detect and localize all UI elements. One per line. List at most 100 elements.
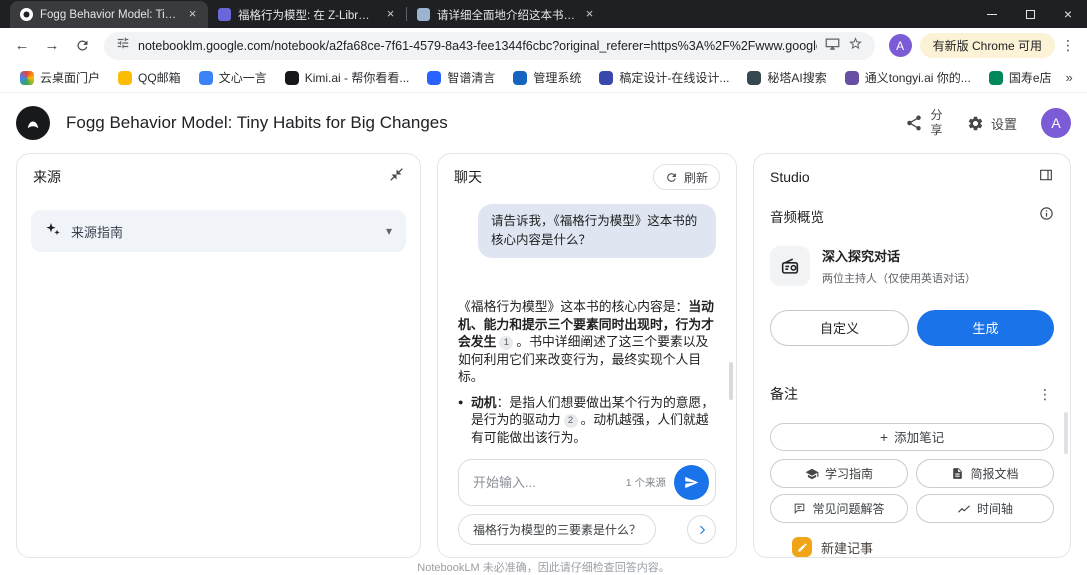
bookmark-favicon xyxy=(20,71,34,85)
studio-title: Studio xyxy=(770,169,810,185)
chrome-update-button[interactable]: 有新版 Chrome 可用 xyxy=(920,33,1055,58)
back-button[interactable]: ← xyxy=(8,32,36,60)
bookmark-label: 通义tongyi.ai 你的... xyxy=(865,69,971,86)
add-note-button[interactable]: + 添加笔记 xyxy=(770,423,1054,451)
bookmark-item[interactable]: 智谱清言 xyxy=(419,66,503,90)
chat-input-box[interactable]: 1 个来源 xyxy=(458,459,716,506)
user-message: 请告诉我，《福格行为模型》这本书的核心内容是什么？ xyxy=(478,204,716,258)
note-type-chips: 学习指南 简报文档 常见问题解答 时间轴 xyxy=(770,459,1054,523)
bookmark-label: 稿定设计-在线设计... xyxy=(619,69,729,86)
send-button[interactable] xyxy=(674,465,709,500)
bookmarks-bar: 云桌面门户 QQ邮箱 文心一言 Kimi.ai - 帮你看看... 智谱清言 管… xyxy=(0,63,1087,93)
next-suggestion-button[interactable] xyxy=(687,515,716,544)
assistant-bullet: 动机：是指人们想要做出某个行为的意愿，是行为的驱动力2。动机越强，人们就越有可能… xyxy=(458,394,716,447)
bookmark-label: 秘塔AI搜索 xyxy=(767,69,826,86)
bookmark-label: Kimi.ai - 帮你看看... xyxy=(305,69,410,86)
assistant-message: 《福格行为模型》这本书的核心内容是：当动机、能力和提示三个要素同时出现时，行为才… xyxy=(458,298,716,386)
bookmark-item[interactable]: QQ邮箱 xyxy=(110,66,189,90)
tab-book-intro[interactable]: 请详细全面地介绍这本书《福 × xyxy=(407,1,605,28)
chat-panel: 聊天 刷新 请告诉我，《福格行为模型》这本书的核心内容是什么？ 《福格行为模型》… xyxy=(437,153,737,558)
browser-menu-icon[interactable]: ⋮ xyxy=(1057,37,1079,54)
browser-toolbar: ← → notebooklm.google.com/notebook/a2fa6… xyxy=(0,28,1087,63)
address-bar[interactable]: notebooklm.google.com/notebook/a2fa68ce-… xyxy=(104,32,875,60)
bookmark-label: 智谱清言 xyxy=(447,69,495,86)
chat-title: 聊天 xyxy=(454,167,482,187)
chat-scrollbar[interactable] xyxy=(729,362,733,400)
profile-avatar[interactable]: A xyxy=(889,34,912,57)
tab-title: 请详细全面地介绍这本书《福 xyxy=(437,7,575,23)
refresh-label: 刷新 xyxy=(684,169,708,186)
source-guide-button[interactable]: 来源指南 ▾ xyxy=(31,210,406,252)
bookmark-item[interactable]: 文心一言 xyxy=(191,66,275,90)
panel-layout-icon[interactable] xyxy=(1038,167,1054,188)
reload-icon xyxy=(75,38,90,53)
bookmark-item[interactable]: 云桌面门户 xyxy=(12,66,108,90)
notebook-title[interactable]: Fogg Behavior Model: Tiny Habits for Big… xyxy=(66,113,889,133)
tune-icon[interactable] xyxy=(116,36,130,55)
close-button[interactable]: × xyxy=(1049,0,1087,28)
share-button[interactable]: 分享 xyxy=(905,108,943,138)
bookmark-item[interactable]: Kimi.ai - 帮你看看... xyxy=(277,66,418,90)
settings-button[interactable]: 设置 xyxy=(967,114,1017,133)
generate-button[interactable]: 生成 xyxy=(917,310,1054,346)
faq-chip[interactable]: 常见问题解答 xyxy=(770,494,908,523)
studio-panel: Studio 音频概览 深入探究对话 xyxy=(753,153,1071,558)
chat-messages: 请告诉我，《福格行为模型》这本书的核心内容是什么？ 《福格行为模型》这本书的核心… xyxy=(438,200,736,557)
chevron-right-icon xyxy=(695,523,709,537)
chevron-down-icon[interactable]: ▾ xyxy=(386,224,392,238)
doc-favicon xyxy=(417,8,430,21)
refresh-chat-button[interactable]: 刷新 xyxy=(653,164,720,190)
tab-close-icon[interactable]: × xyxy=(185,7,200,22)
notebooklm-favicon xyxy=(20,8,33,21)
note-list-item[interactable]: 新建记事 xyxy=(770,537,1054,557)
citation-badge[interactable]: 2 xyxy=(564,414,578,428)
briefing-doc-chip[interactable]: 简报文档 xyxy=(916,459,1054,488)
chip-label: 时间轴 xyxy=(977,500,1013,517)
chat-input[interactable] xyxy=(473,475,618,490)
chip-label: 常见问题解答 xyxy=(812,500,884,517)
answer-intro: 《福格行为模型》这本书的核心内容是： xyxy=(458,299,688,314)
tab-zlibrary[interactable]: 福格行为模型: 在 Z-Library 上 × xyxy=(208,1,406,28)
plus-icon: + xyxy=(880,429,888,445)
collapse-panel-icon[interactable] xyxy=(389,167,404,187)
notebooklm-logo[interactable] xyxy=(16,106,50,140)
studio-content: 音频概览 深入探究对话 两位主持人（仅使用英语对话） 自定义 xyxy=(754,200,1070,557)
suggested-question[interactable]: 福格行为模型的三要素是什么？ xyxy=(458,514,656,545)
reload-button[interactable] xyxy=(68,32,96,60)
bookmark-item[interactable]: 国寿e店 xyxy=(981,66,1060,90)
workspace: 来源 来源指南 ▾ 聊天 刷新 xyxy=(0,153,1087,558)
tab-close-icon[interactable]: × xyxy=(582,7,597,22)
bookmark-item[interactable]: 通义tongyi.ai 你的... xyxy=(837,66,979,90)
bookmark-star-icon[interactable] xyxy=(848,36,863,56)
account-avatar[interactable]: A xyxy=(1041,108,1071,138)
send-to-devices-icon[interactable] xyxy=(825,36,840,56)
sources-title: 来源 xyxy=(33,167,61,187)
notes-menu-icon[interactable]: ⋮ xyxy=(1036,386,1054,403)
study-guide-chip[interactable]: 学习指南 xyxy=(770,459,908,488)
deep-dive-title: 深入探究对话 xyxy=(822,246,976,265)
bookmark-favicon xyxy=(427,71,441,85)
audio-deep-dive-icon xyxy=(770,246,810,286)
maximize-button[interactable] xyxy=(1011,0,1049,28)
more-bookmarks-icon[interactable]: » xyxy=(1062,70,1077,85)
bookmark-item[interactable]: 稿定设计-在线设计... xyxy=(591,66,737,90)
forward-button[interactable]: → xyxy=(38,32,66,60)
tab-notebooklm[interactable]: Fogg Behavior Model: Tiny H × xyxy=(10,1,208,28)
tab-strip: Fogg Behavior Model: Tiny H × 福格行为模型: 在 … xyxy=(0,0,1087,28)
citation-badge[interactable]: 1 xyxy=(499,336,513,350)
bookmark-item[interactable]: 管理系统 xyxy=(505,66,589,90)
tab-close-icon[interactable]: × xyxy=(383,7,398,22)
header-actions: 分享 设置 A xyxy=(905,108,1071,138)
minimize-button[interactable] xyxy=(973,0,1011,28)
bookmark-item[interactable]: 秘塔AI搜索 xyxy=(739,66,834,90)
info-icon[interactable] xyxy=(1039,206,1054,226)
studio-scrollbar[interactable] xyxy=(1064,412,1068,454)
timeline-chip[interactable]: 时间轴 xyxy=(916,494,1054,523)
customize-button[interactable]: 自定义 xyxy=(770,310,909,346)
url-text[interactable]: notebooklm.google.com/notebook/a2fa68ce-… xyxy=(138,39,817,53)
document-icon xyxy=(951,467,964,480)
audio-overview-label: 音频概览 xyxy=(770,206,824,226)
timeline-icon xyxy=(957,502,971,516)
browser-window: Fogg Behavior Model: Tiny H × 福格行为模型: 在 … xyxy=(0,0,1087,575)
deep-dive-card: 深入探究对话 两位主持人（仅使用英语对话） xyxy=(770,246,1054,286)
